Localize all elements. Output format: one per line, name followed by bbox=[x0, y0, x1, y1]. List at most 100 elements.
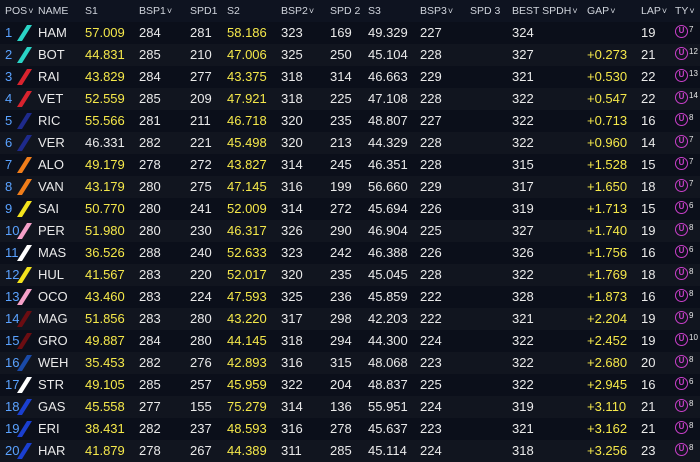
gap-cell: +3.162 bbox=[587, 421, 628, 436]
bsp2-cell: 316 bbox=[281, 355, 303, 370]
table-row[interactable]: 5 RIC 55.566 281 211 46.718 320 235 48.807 227 322… bbox=[0, 110, 700, 132]
team-color-stripe-icon bbox=[17, 47, 32, 63]
best-cell: 322 bbox=[512, 113, 534, 128]
table-row[interactable]: 17 STR 49.105 285 257 45.959 322 204 48.837 225 32… bbox=[0, 374, 700, 396]
bsp1-cell: 280 bbox=[139, 223, 161, 238]
sort-chevron-icon: ˅ bbox=[689, 6, 695, 16]
table-row[interactable]: 12 HUL 41.567 283 220 52.017 320 235 45.045 228 32… bbox=[0, 264, 700, 286]
column-header-best-spdh[interactable]: BEST SPDH˅ bbox=[512, 5, 578, 17]
tyre-laps: 8 bbox=[689, 113, 694, 122]
lap-cell: 23 bbox=[641, 443, 656, 458]
bsp3-cell: 229 bbox=[420, 179, 442, 194]
tyre-compound-icon: U bbox=[675, 157, 688, 170]
spd1-cell: 241 bbox=[190, 201, 212, 216]
gap-cell: +1.713 bbox=[587, 201, 628, 216]
bsp1-cell: 280 bbox=[139, 179, 161, 194]
name-cell: MAS bbox=[38, 245, 67, 260]
column-header-s2[interactable]: S2 bbox=[227, 5, 240, 17]
tyre-laps: 8 bbox=[689, 223, 694, 232]
name-cell: GRO bbox=[38, 333, 68, 348]
name-cell: HUL bbox=[38, 267, 65, 282]
name-cell: OCO bbox=[38, 289, 68, 304]
table-row[interactable]: 13 OCO 43.460 283 224 47.593 325 236 45.859 222 32… bbox=[0, 286, 700, 308]
tyre-compound-label: U bbox=[678, 312, 685, 321]
s3-cell: 44.329 bbox=[368, 135, 408, 150]
s2-cell: 47.145 bbox=[227, 179, 267, 194]
gap-cell: +2.204 bbox=[587, 311, 628, 326]
name-cell: STR bbox=[38, 377, 64, 392]
table-row[interactable]: 4 VET 52.559 285 209 47.921 318 225 47.108 228 322… bbox=[0, 88, 700, 110]
position-cell: 2 bbox=[5, 47, 13, 62]
column-header-name[interactable]: NAME bbox=[38, 5, 68, 17]
s3-cell: 48.807 bbox=[368, 113, 408, 128]
column-header-bsp1[interactable]: BSP1˅ bbox=[139, 5, 172, 17]
spd2-cell: 169 bbox=[330, 25, 352, 40]
s3-cell: 45.114 bbox=[368, 443, 407, 458]
column-header-pos[interactable]: POS˅ bbox=[5, 5, 33, 17]
tyre-compound-label: U bbox=[678, 26, 685, 35]
lap-cell: 22 bbox=[641, 69, 656, 84]
position-cell: 6 bbox=[5, 135, 13, 150]
table-row[interactable]: 14 MAG 51.856 283 280 43.220 317 298 42.203 222 32… bbox=[0, 308, 700, 330]
name-cell: HAR bbox=[38, 443, 66, 458]
table-row[interactable]: 20 HAR 41.879 278 267 44.389 311 285 45.114 224 31… bbox=[0, 440, 700, 462]
lap-cell: 16 bbox=[641, 113, 656, 128]
column-header-s3[interactable]: S3 bbox=[368, 5, 381, 17]
tyre-compound-icon: U bbox=[675, 47, 688, 60]
tyre-laps: 6 bbox=[689, 201, 694, 210]
gap-cell: +0.547 bbox=[587, 91, 628, 106]
table-row[interactable]: 8 VAN 43.179 280 275 47.145 316 199 56.660 229 317… bbox=[0, 176, 700, 198]
s2-cell: 44.145 bbox=[227, 333, 267, 348]
column-header-spd-2[interactable]: SPD 2 bbox=[330, 5, 360, 17]
name-cell: ERI bbox=[38, 421, 60, 436]
column-header-lap[interactable]: LAP˅ bbox=[641, 5, 667, 17]
gap-cell: +2.945 bbox=[587, 377, 628, 392]
table-row[interactable]: 7 ALO 49.179 278 272 43.827 314 245 46.351 228 315… bbox=[0, 154, 700, 176]
tyre-compound-icon: U bbox=[675, 355, 688, 368]
bsp3-cell: 223 bbox=[420, 355, 442, 370]
s1-cell: 41.879 bbox=[85, 443, 125, 458]
table-row[interactable]: 6 VER 46.331 282 221 45.498 320 213 44.329 228 322… bbox=[0, 132, 700, 154]
best-cell: 327 bbox=[512, 223, 534, 238]
tyre-laps: 6 bbox=[689, 245, 694, 254]
table-row[interactable]: 11 MAS 36.526 288 240 52.633 323 242 46.388 226 32… bbox=[0, 242, 700, 264]
s3-cell: 46.663 bbox=[368, 69, 408, 84]
column-header-gap[interactable]: GAP˅ bbox=[587, 5, 615, 17]
column-header-spd-3[interactable]: SPD 3 bbox=[470, 5, 500, 17]
name-cell: RIC bbox=[38, 113, 61, 128]
bsp2-cell: 326 bbox=[281, 223, 303, 238]
table-row[interactable]: 2 BOT 44.831 285 210 47.006 325 250 45.104 228 327… bbox=[0, 44, 700, 66]
spd2-cell: 272 bbox=[330, 201, 352, 216]
bsp3-cell: 228 bbox=[420, 135, 442, 150]
tyre-compound-icon: U bbox=[675, 25, 688, 38]
best-cell: 322 bbox=[512, 377, 534, 392]
bsp3-cell: 226 bbox=[420, 245, 442, 260]
lap-cell: 21 bbox=[641, 421, 656, 436]
column-header-bsp2[interactable]: BSP2˅ bbox=[281, 5, 314, 17]
s2-cell: 75.279 bbox=[227, 399, 267, 414]
bsp1-cell: 278 bbox=[139, 443, 161, 458]
table-row[interactable]: 19 ERI 38.431 282 237 48.593 316 278 45.637 223 32… bbox=[0, 418, 700, 440]
table-row[interactable]: 10 PER 51.980 280 230 46.317 326 290 46.904 225 32… bbox=[0, 220, 700, 242]
gap-cell: +1.650 bbox=[587, 179, 628, 194]
bsp2-cell: 318 bbox=[281, 91, 303, 106]
table-row[interactable]: 9 SAI 50.770 280 241 52.009 314 272 45.694 226 319… bbox=[0, 198, 700, 220]
column-header-bsp3[interactable]: BSP3˅ bbox=[420, 5, 453, 17]
gap-cell: +1.769 bbox=[587, 267, 628, 282]
team-color-stripe-icon bbox=[17, 113, 32, 129]
table-row[interactable]: 15 GRO 49.887 284 280 44.145 318 294 44.300 224 32… bbox=[0, 330, 700, 352]
spd2-cell: 136 bbox=[330, 399, 352, 414]
bsp1-cell: 282 bbox=[139, 421, 161, 436]
table-row[interactable]: 3 RAI 43.829 284 277 43.375 318 314 46.663 229 321… bbox=[0, 66, 700, 88]
table-row[interactable]: 1 HAM 57.009 284 281 58.186 323 169 49.329 227 324… bbox=[0, 22, 700, 44]
column-header-spd1[interactable]: SPD1 bbox=[190, 5, 217, 17]
column-header-s1[interactable]: S1 bbox=[85, 5, 98, 17]
tyre-compound-label: U bbox=[678, 268, 685, 277]
s2-cell: 46.718 bbox=[227, 113, 267, 128]
table-row[interactable]: 16 WEH 35.453 282 276 42.893 316 315 48.068 223 32… bbox=[0, 352, 700, 374]
s3-cell: 46.388 bbox=[368, 245, 408, 260]
column-header-ty[interactable]: TY˅ bbox=[675, 5, 695, 17]
tyre-laps: 10 bbox=[689, 333, 698, 342]
table-row[interactable]: 18 GAS 45.558 277 155 75.279 314 136 55.951 224 31… bbox=[0, 396, 700, 418]
bsp1-cell: 277 bbox=[139, 399, 161, 414]
